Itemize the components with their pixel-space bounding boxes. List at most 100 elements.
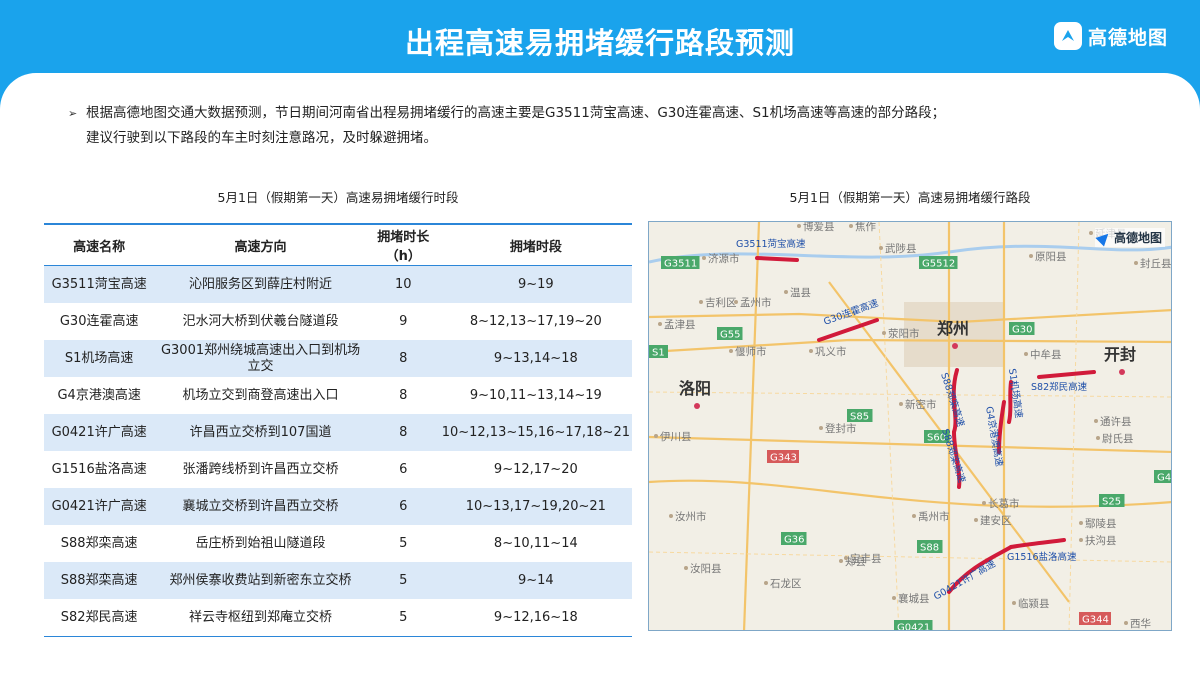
town-dot [1079, 521, 1083, 525]
town-label: 焦作 [855, 222, 876, 233]
cell-direction: 郑州侯寨收费站到新密东立交桥 [154, 562, 367, 599]
town-dot [912, 514, 916, 518]
cell-period: 8~10,11~14 [493, 535, 578, 551]
city-label: 郑州 [937, 319, 969, 338]
table-row: G3511菏宝高速 沁阳服务区到薛庄村附近 10 9~19 [44, 265, 632, 303]
town-label: 扶沟县 [1085, 534, 1117, 547]
town-label: 荥阳市 [888, 327, 920, 340]
town-dot [974, 518, 978, 522]
town-label: 鄢陵县 [1085, 518, 1117, 530]
town-dot [1089, 231, 1093, 235]
route-label: S82郑民高速 [1031, 381, 1088, 393]
highway-shield: G5512 [919, 256, 958, 270]
town-dot [982, 501, 986, 505]
town-dot [684, 566, 688, 570]
cell-highway: G4京港澳高速 [57, 387, 141, 403]
brand-name: 高德地图 [1087, 26, 1168, 49]
congested-segment [755, 256, 799, 262]
town-dot [882, 331, 886, 335]
town-label: 建安区 [980, 514, 1012, 527]
cell-duration: 5 [366, 599, 440, 637]
town-dot [1079, 538, 1083, 542]
svg-text:S1: S1 [652, 348, 665, 359]
intro-line-2: 建议行驶到以下路段的车主时刻注意路况，及时躲避拥堵。 [86, 130, 437, 146]
highway-shield: S88 [917, 540, 943, 554]
cell-highway: G1516盐洛高速 [51, 461, 147, 477]
map-title: 5月1日（假期第一天）高速易拥堵缓行路段 [789, 190, 1031, 205]
cell-period: 8~12,13~17,19~20 [469, 313, 602, 329]
svg-text:G5512: G5512 [922, 259, 955, 270]
highway-shield: G344 [1079, 612, 1111, 626]
svg-text:S85: S85 [850, 412, 869, 423]
town-label: 尉氏县 [1102, 432, 1134, 445]
town-dot [1012, 601, 1016, 605]
town-dot [1029, 254, 1033, 258]
cell-period: 9~12,17~20 [493, 461, 578, 477]
town-dot [1096, 436, 1100, 440]
amap-brand-logo: 高德地图 [1053, 22, 1168, 50]
town-dot [892, 596, 896, 600]
highway-shield: G30 [1009, 322, 1035, 336]
content-panel: ➢ 根据高德地图交通大数据预测，节日期间河南省出程易拥堵缓行的高速主要是G3511… [0, 73, 1200, 675]
town-label: 伊川县 [660, 431, 692, 443]
town-dot [849, 224, 853, 228]
town-label: 博爱县 [803, 222, 835, 233]
cell-period: 9~14 [439, 562, 632, 599]
cell-direction: 许昌西立交桥到107国道 [154, 414, 367, 451]
map-logo-text: 高德地图 [1113, 231, 1162, 245]
table-row: S88郑栾高速 郑州侯寨收费站到新密东立交桥 5 9~14 [44, 562, 632, 599]
svg-text:G55: G55 [720, 330, 740, 341]
table-row: G1516盐洛高速 张潘跨线桥到许昌西立交桥 6 9~12,17~20 [44, 451, 632, 488]
town-label: 禹州市 [918, 510, 950, 523]
congestion-map: 博爱县焦作武陟县原阳县延津县封丘县济源市温县孟州市吉利区孟津县偃师市巩义市荥阳市… [648, 221, 1172, 631]
town-label: 通许县 [1100, 415, 1132, 428]
highway-shield: S25 [1099, 494, 1125, 508]
cell-direction: 祥云寺枢纽到郑庵立交桥 [154, 599, 367, 637]
town-label: 偃师市 [735, 345, 767, 358]
cell-duration: 6 [399, 461, 408, 477]
amap-logo-icon [1053, 22, 1082, 50]
cell-period: 10~13,17~19,20~21 [439, 488, 632, 525]
city-dot [1119, 369, 1125, 375]
cell-highway: S88郑栾高速 [60, 535, 138, 551]
bullet-arrow-icon: ➢ [68, 107, 78, 120]
table-row: G0421许广高速 许昌西立交桥到107国道 8 10~12,13~15,16~17,… [44, 414, 632, 451]
town-dot [784, 290, 788, 294]
cell-duration: 6 [366, 488, 440, 525]
svg-text:G45: G45 [1157, 473, 1172, 484]
town-label: 登封市 [825, 422, 857, 435]
svg-text:G343: G343 [770, 453, 797, 464]
town-label: 原阳县 [1035, 251, 1067, 263]
table-row: S88郑栾高速 岳庄桥到始祖山隧道段 5 8~10,11~14 [44, 525, 632, 562]
town-dot [729, 349, 733, 353]
town-label: 西华 [1130, 617, 1151, 630]
page-title: 出程高速易拥堵缓行路段预测 [404, 26, 795, 60]
cell-duration: 9 [399, 313, 408, 329]
town-dot [809, 349, 813, 353]
table-row: G30连霍高速 汜水河大桥到伏羲台隧道段 9 8~12,13~17,19~20 [44, 303, 632, 340]
cell-highway: G3511菏宝高速 [44, 265, 155, 303]
cell-duration: 8 [399, 387, 408, 403]
cell-highway: G0421许广高速 [44, 488, 155, 525]
town-label: 孟津县 [664, 319, 696, 331]
table-row: S82郑民高速 祥云寺枢纽到郑庵立交桥 5 9~12,16~18 [44, 599, 632, 637]
city-label: 开封 [1104, 345, 1136, 364]
svg-text:G0421: G0421 [897, 623, 930, 632]
cell-direction: 汜水河大桥到伏羲台隧道段 [182, 313, 339, 329]
town-label: 济源市 [708, 252, 740, 265]
cell-duration: 8 [366, 340, 440, 377]
svg-text:G30: G30 [1012, 325, 1032, 336]
table-row: G0421许广高速 襄城立交桥到许昌西立交桥 6 10~13,17~19,20~21 [44, 488, 632, 525]
cell-period: 9~12,16~18 [439, 599, 632, 637]
town-label: 吉利区 [705, 297, 737, 309]
column-header: 拥堵时段 [439, 223, 632, 266]
town-dot [899, 402, 903, 406]
map-logo: 高德地图 [1094, 228, 1165, 247]
town-dot [764, 581, 768, 585]
column-header: 拥堵时长（h） [366, 223, 440, 266]
svg-text:S88: S88 [920, 543, 939, 554]
town-label: 巩义市 [815, 345, 847, 358]
town-dot [1094, 419, 1098, 423]
cell-period: 9~13,14~18 [439, 340, 632, 377]
town-label: 汝阳县 [690, 562, 722, 575]
